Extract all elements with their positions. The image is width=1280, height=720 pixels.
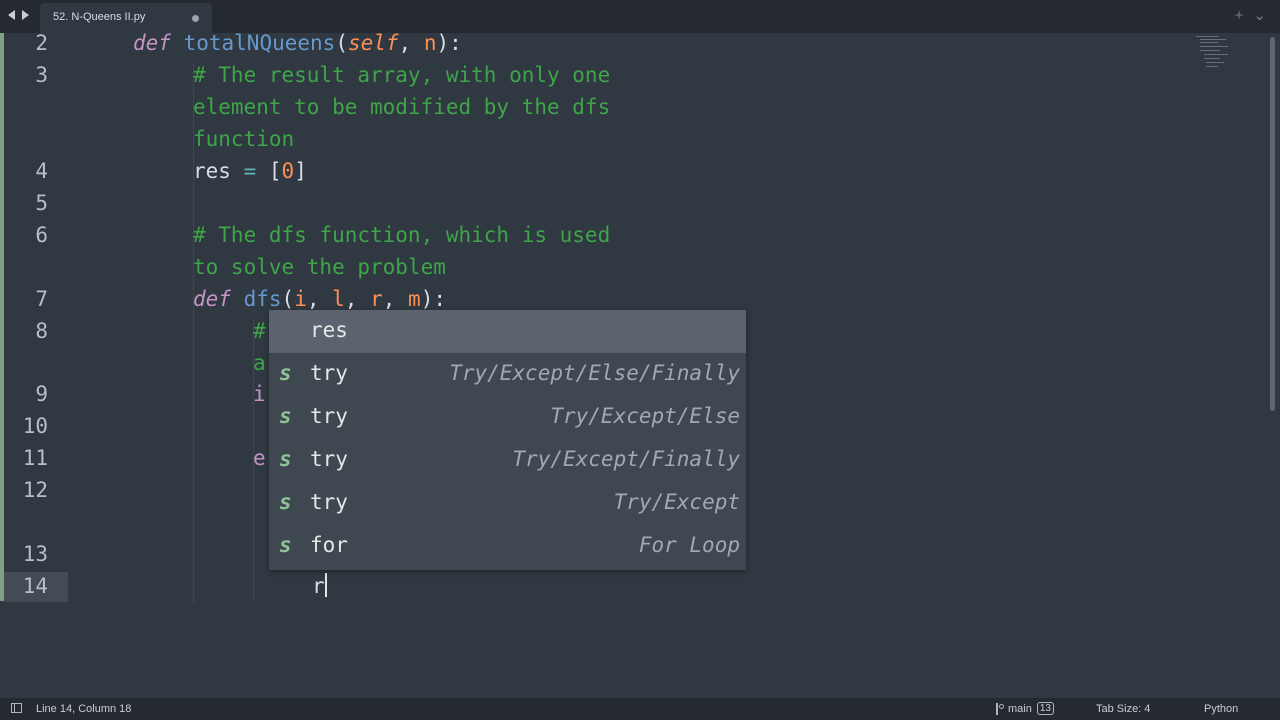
completion-description: Try/Except/Finally — [512, 447, 740, 471]
autocomplete-item-try-except-else[interactable]: s try Try/Except/Else — [269, 396, 746, 439]
scrollbar-thumb[interactable] — [1270, 37, 1275, 411]
snippet-s-icon: s — [279, 361, 292, 385]
param-self: self — [347, 33, 399, 55]
comment-line: # The result array, with only one — [193, 63, 611, 87]
comma: , — [382, 287, 409, 311]
arrow-right-icon[interactable] — [22, 10, 30, 20]
cursor-position: Line 14, Column 18 — [36, 703, 132, 715]
tab-label: 52. N-Queens II.py — [53, 11, 146, 23]
autocomplete-item-res[interactable]: res — [269, 310, 746, 353]
line-number: 6 — [35, 223, 48, 247]
autocomplete-popup: res s try Try/Except/Else/Finally s try … — [269, 310, 746, 570]
line-number: 3 — [35, 63, 48, 87]
paren: ): — [420, 287, 446, 311]
line-number: 10 — [22, 414, 48, 438]
completion-trigger: try — [310, 361, 348, 385]
code-line-7: def dfs(i, l, r, m): — [193, 285, 446, 313]
completion-description: Try/Except — [613, 490, 740, 514]
code-line-2: def totalNQueens(self, n): — [133, 33, 462, 57]
git-branch-icon — [994, 702, 1004, 715]
new-tab-plus-icon[interactable]: + — [1235, 7, 1244, 25]
tab-n-queens-ii[interactable]: 52. N-Queens II.py — [40, 3, 212, 33]
completion-description: For Loop — [638, 533, 740, 557]
line-number: 11 — [22, 446, 48, 470]
arrow-left-icon[interactable] — [8, 10, 16, 20]
comment-line: to solve the problem — [193, 255, 446, 279]
line-number: 7 — [35, 287, 48, 311]
git-branch-indicator[interactable]: main 13 — [994, 702, 1054, 715]
snippet-s-icon: s — [279, 533, 292, 557]
function-name: dfs — [243, 287, 282, 311]
branch-name: main — [1008, 702, 1032, 715]
text-cursor — [324, 573, 327, 597]
operator-assign: = — [230, 159, 269, 183]
bracket: [ — [268, 159, 282, 183]
function-name: totalNQueens — [183, 33, 336, 55]
code-fragment: a — [253, 351, 266, 375]
line-number: 4 — [35, 159, 48, 183]
variable-res: res — [193, 159, 231, 183]
autocomplete-item-for-loop[interactable]: s for For Loop — [269, 525, 746, 568]
typed-text: r — [312, 574, 325, 598]
branch-changes-badge: 13 — [1036, 702, 1054, 715]
comma: , — [398, 33, 424, 55]
minimap[interactable] — [1194, 33, 1234, 73]
line-gutter: 2 3 4 5 6 7 8 9 10 11 12 13 14 — [0, 33, 70, 698]
line-number: 13 — [22, 542, 48, 566]
paren: ( — [281, 287, 295, 311]
autocomplete-item-try-except-else-finally[interactable]: s try Try/Except/Else/Finally — [269, 353, 746, 396]
param-n: n — [423, 33, 437, 55]
snippet-s-icon: s — [279, 447, 292, 471]
comment-line: function — [193, 127, 295, 151]
bracket: ] — [294, 159, 307, 183]
tab-actions: + ⌄ — [1235, 7, 1266, 25]
param-i: i — [294, 287, 307, 311]
comma: , — [344, 287, 371, 311]
tab-size-selector[interactable]: Tab Size: 4 — [1096, 703, 1150, 715]
completion-trigger: for — [310, 533, 348, 557]
code-fragment: # — [253, 319, 266, 343]
number-literal: 0 — [281, 159, 295, 183]
completion-trigger: try — [310, 490, 348, 514]
param-r: r — [370, 287, 383, 311]
autocomplete-item-try-except[interactable]: s try Try/Except — [269, 482, 746, 525]
code-line-14[interactable]: r — [312, 572, 327, 600]
snippet-s-icon: s — [279, 404, 292, 428]
code-fragment: i — [253, 382, 266, 406]
status-bar: Line 14, Column 18 main 13 Tab Size: 4 P… — [0, 698, 1280, 720]
param-l: l — [332, 287, 345, 311]
editor-area[interactable]: 2 3 4 5 6 7 8 9 10 11 12 13 14 def total… — [0, 33, 1280, 698]
line-number: 12 — [22, 478, 48, 502]
line-number: 14 — [22, 574, 48, 598]
paren: ( — [335, 33, 348, 55]
keyword-def: def — [193, 287, 231, 311]
completion-description: Try/Except/Else — [550, 404, 740, 428]
completion-trigger: res — [310, 318, 348, 342]
comment-line: element to be modified by the dfs — [193, 95, 611, 119]
line-number: 5 — [35, 191, 48, 215]
code-fragment: e — [253, 446, 266, 470]
completion-trigger: try — [310, 447, 348, 471]
tab-navigation — [8, 10, 30, 24]
keyword-def: def — [133, 33, 171, 55]
code-line-4: res = [0] — [193, 157, 307, 185]
line-number: 8 — [35, 319, 48, 343]
completion-description: Try/Except/Else/Finally — [449, 361, 740, 385]
comment-line: # The dfs function, which is used — [193, 223, 611, 247]
autocomplete-item-try-except-finally[interactable]: s try Try/Except/Finally — [269, 439, 746, 482]
completion-trigger: try — [310, 404, 348, 428]
line-number: 9 — [35, 382, 48, 406]
paren: ): — [436, 33, 462, 55]
comma: , — [306, 287, 333, 311]
param-m: m — [408, 287, 421, 311]
tab-bar: 52. N-Queens II.py + ⌄ — [0, 0, 1280, 33]
tab-overflow-chevron-icon[interactable]: ⌄ — [1253, 7, 1266, 25]
syntax-selector[interactable]: Python — [1204, 703, 1238, 715]
panel-toggle-icon[interactable] — [11, 703, 22, 713]
line-number: 2 — [35, 33, 48, 55]
modified-dot-icon[interactable] — [192, 15, 199, 22]
snippet-s-icon: s — [279, 490, 292, 514]
